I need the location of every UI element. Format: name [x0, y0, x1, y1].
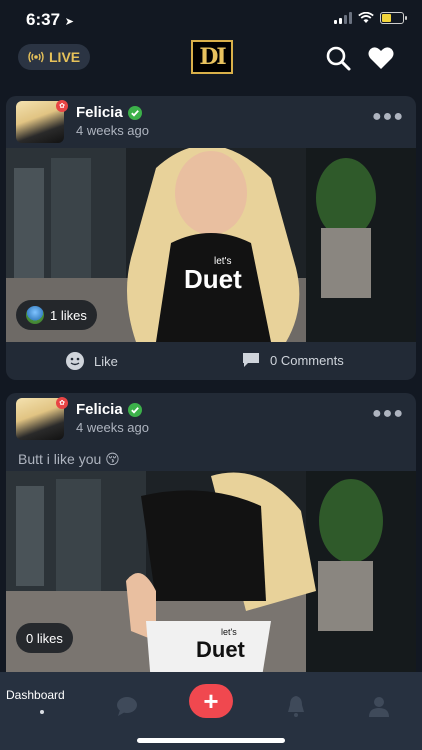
liker-avatar: [26, 306, 44, 324]
smiley-icon: [66, 352, 84, 370]
like-button[interactable]: Like: [66, 352, 118, 370]
likes-pill[interactable]: 1 likes: [16, 300, 97, 330]
author-name[interactable]: Felicia: [76, 401, 123, 418]
avatar-badge-icon: ✿: [56, 100, 68, 112]
likes-count: 1 likes: [50, 307, 87, 323]
verified-badge-icon: [128, 403, 142, 417]
post-image[interactable]: let's Duet 1 likes: [6, 148, 416, 342]
post-card: ✿ Felicia 4 weeks ago ●●● Butt i like yo…: [6, 393, 416, 672]
status-time: 6:37 ➤: [26, 10, 74, 29]
comments-button[interactable]: 0 Comments: [242, 352, 344, 368]
heart-icon[interactable]: [367, 44, 395, 72]
comments-label: 0 Comments: [270, 352, 344, 368]
post-card: ✿ Felicia 4 weeks ago ●●● let's Duet 1 l…: [6, 96, 416, 380]
wifi-icon: [358, 12, 374, 23]
more-options-icon[interactable]: ●●●: [372, 108, 404, 126]
battery-icon: [380, 12, 407, 24]
live-button[interactable]: LIVE: [18, 44, 91, 70]
bell-icon[interactable]: [284, 694, 308, 718]
app-logo: DI: [191, 40, 233, 74]
chat-icon[interactable]: [115, 694, 139, 718]
likes-pill[interactable]: 0 likes: [16, 623, 73, 653]
active-indicator-dot: [40, 710, 44, 714]
author-name[interactable]: Felicia: [76, 104, 123, 121]
shirt-brand-text: Duet: [184, 264, 242, 294]
pants-small-text: let's: [221, 627, 237, 637]
pants-brand-text: Duet: [196, 637, 246, 662]
more-options-icon[interactable]: ●●●: [372, 405, 404, 423]
post-feed: ✿ Felicia 4 weeks ago ●●● let's Duet 1 l…: [0, 96, 422, 672]
search-icon[interactable]: [324, 44, 352, 72]
post-time: 4 weeks ago: [76, 123, 149, 138]
plus-icon: +: [203, 685, 219, 716]
location-arrow-icon: ➤: [64, 16, 74, 28]
post-actions: Like 0 Comments: [6, 346, 416, 376]
post-image[interactable]: let's Duet 0 likes: [6, 471, 416, 672]
likes-count: 0 likes: [26, 630, 63, 646]
nav-dashboard[interactable]: Dashboard: [6, 688, 65, 702]
like-label: Like: [94, 353, 118, 369]
broadcast-icon: [28, 51, 44, 63]
verified-badge-icon: [128, 106, 142, 120]
status-bar: 6:37 ➤: [0, 0, 422, 40]
add-post-button[interactable]: +: [189, 684, 233, 718]
profile-icon[interactable]: [367, 694, 391, 718]
avatar-badge-icon: ✿: [56, 397, 68, 409]
comment-icon: [243, 353, 259, 367]
app-screen: 6:37 ➤ LIVE DI ✿ Felicia 4 weeks ago ●●●…: [0, 0, 422, 750]
status-icons: [334, 12, 407, 24]
post-time: 4 weeks ago: [76, 420, 149, 435]
home-indicator: [137, 738, 285, 743]
live-label: LIVE: [49, 49, 81, 65]
app-header: LIVE DI: [0, 40, 422, 88]
cellular-signal-icon: [334, 12, 352, 24]
post-caption: Butt i like you 😚: [18, 451, 120, 467]
